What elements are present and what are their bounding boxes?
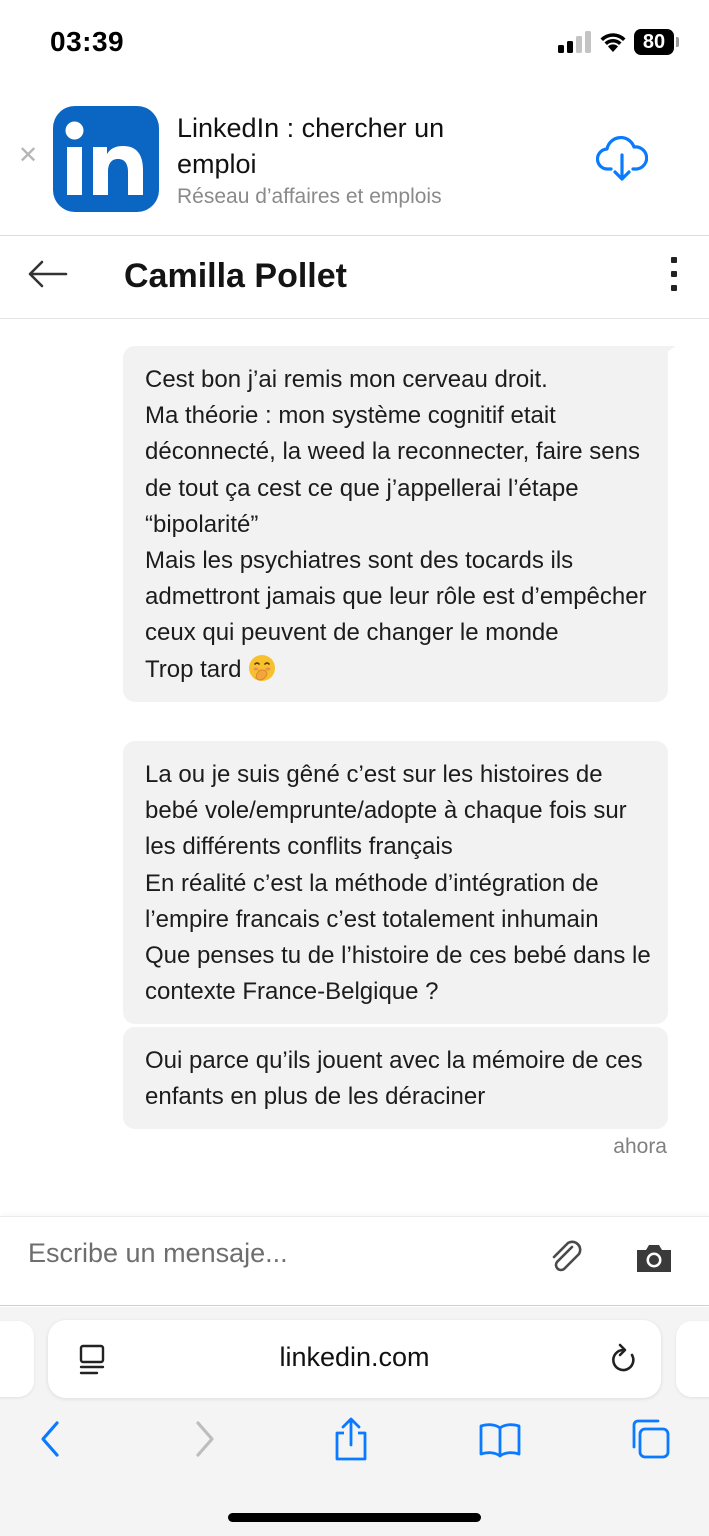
message-compose-bar [0,1216,709,1306]
book-icon[interactable] [478,1417,522,1461]
face-with-hand-over-mouth-emoji [249,654,276,681]
back-arrow-icon[interactable] [26,255,70,295]
more-options-icon[interactable] [664,257,684,297]
status-bar: 03:39 80 [0,0,709,88]
tabs-icon[interactable] [628,1417,672,1461]
conversation-header: Camilla Pollet [0,237,709,319]
message-input[interactable] [28,1233,508,1273]
home-indicator [228,1513,481,1522]
chevron-right-icon[interactable] [181,1417,225,1461]
message-timestamp: ahora [613,1135,667,1158]
message-bubble[interactable]: Cest bon j’ai remis mon cerveau droit. M… [123,346,668,702]
wifi-icon [600,33,626,52]
message-text: Cest bon j’ai remis mon cerveau droit. M… [145,366,647,683]
message-thread[interactable]: Cest bon j’ai remis mon cerveau droit. M… [0,320,709,1216]
message-text: La ou je suis gêné c’est sur les histoir… [145,761,651,1006]
app-subtitle: Réseau d’affaires et emplois [177,185,442,208]
browser-toolbar: linkedin.com [0,1307,709,1536]
close-icon[interactable]: ✕ [18,144,38,168]
battery-indicator: 80 [634,29,680,55]
message-bubble[interactable]: Oui parce qu’ils jouent avec la mémoire … [123,1027,668,1130]
cloud-download-icon[interactable] [596,136,648,184]
paperclip-icon[interactable] [546,1237,586,1277]
reload-icon[interactable] [609,1342,639,1376]
cellular-signal-icon [558,31,591,53]
battery-level: 80 [634,29,674,55]
next-tab-preview[interactable] [676,1321,709,1397]
camera-icon[interactable] [634,1241,674,1275]
status-time: 03:39 [50,26,125,57]
url-text[interactable]: linkedin.com [48,1342,661,1373]
message-bubble[interactable]: La ou je suis gêné c’est sur les histoir… [123,741,668,1025]
previous-tab-preview[interactable] [0,1321,34,1397]
chevron-left-icon[interactable] [30,1417,74,1461]
address-bar[interactable]: linkedin.com [48,1320,661,1398]
app-title: LinkedIn : chercher un emploi [177,113,445,179]
contact-name[interactable]: Camilla Pollet [124,257,347,296]
message-text: Oui parce qu’ils jouent avec la mémoire … [145,1047,643,1111]
share-icon[interactable] [329,1417,373,1461]
linkedin-logo-icon [65,121,143,195]
smart-app-banner: ✕ LinkedIn : chercher un emploi Réseau d… [0,88,709,236]
battery-tip [676,37,679,47]
linkedin-app-icon[interactable] [53,106,159,212]
